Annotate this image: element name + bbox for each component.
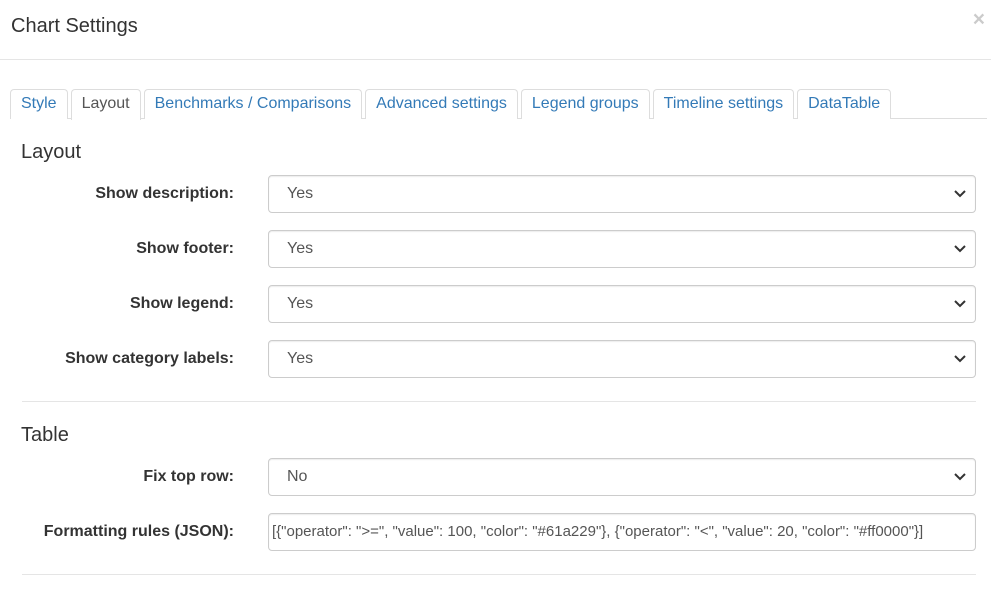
show-legend-row: Show legend: Yes bbox=[0, 285, 991, 323]
modal-header: Chart Settings × bbox=[0, 0, 991, 60]
tab-datatable[interactable]: DataTable bbox=[797, 89, 892, 119]
show-category-labels-row: Show category labels: Yes bbox=[0, 340, 991, 378]
section-divider bbox=[22, 401, 976, 402]
show-description-row: Show description: Yes bbox=[0, 175, 991, 213]
show-description-select[interactable]: Yes bbox=[268, 175, 976, 213]
modal-title: Chart Settings bbox=[11, 15, 138, 37]
fix-top-row-value: No bbox=[287, 468, 308, 485]
fix-top-row-select[interactable]: No bbox=[268, 458, 976, 496]
close-icon[interactable]: × bbox=[973, 9, 985, 30]
tab-legend-groups[interactable]: Legend groups bbox=[520, 89, 650, 119]
show-legend-select[interactable]: Yes bbox=[268, 285, 976, 323]
chevron-down-icon bbox=[954, 300, 966, 308]
chevron-down-icon bbox=[954, 245, 966, 253]
show-category-labels-label: Show category labels: bbox=[65, 350, 234, 367]
show-description-label: Show description: bbox=[95, 185, 234, 202]
show-category-labels-value: Yes bbox=[287, 350, 314, 367]
formatting-rules-input[interactable]: [{"operator": ">=", "value": 100, "color… bbox=[268, 513, 976, 551]
fix-top-row-label: Fix top row: bbox=[143, 468, 234, 485]
show-category-labels-select[interactable]: Yes bbox=[268, 340, 976, 378]
show-legend-label: Show legend: bbox=[130, 295, 234, 312]
tab-style[interactable]: Style bbox=[10, 89, 68, 119]
chevron-down-icon bbox=[954, 190, 966, 198]
tab-benchmarks-comparisons[interactable]: Benchmarks / Comparisons bbox=[143, 89, 363, 119]
tab-advanced-settings[interactable]: Advanced settings bbox=[365, 89, 518, 119]
section-divider bbox=[22, 574, 976, 575]
chevron-down-icon bbox=[954, 355, 966, 363]
show-footer-row: Show footer: Yes bbox=[0, 230, 991, 268]
tab-layout[interactable]: Layout bbox=[70, 89, 141, 120]
tab-bar: Style Layout Benchmarks / Comparisons Ad… bbox=[10, 89, 987, 120]
show-footer-label: Show footer: bbox=[136, 240, 234, 257]
formatting-rules-row: Formatting rules (JSON): [{"operator": "… bbox=[0, 513, 991, 551]
tab-timeline-settings[interactable]: Timeline settings bbox=[652, 89, 795, 119]
chevron-down-icon bbox=[954, 473, 966, 481]
fix-top-row-row: Fix top row: No bbox=[0, 458, 991, 496]
show-footer-select[interactable]: Yes bbox=[268, 230, 976, 268]
show-description-value: Yes bbox=[287, 185, 314, 202]
show-footer-value: Yes bbox=[287, 240, 314, 257]
table-section-title: Table bbox=[21, 424, 69, 446]
show-legend-value: Yes bbox=[287, 295, 314, 312]
formatting-rules-label: Formatting rules (JSON): bbox=[43, 523, 234, 540]
layout-section-title: Layout bbox=[21, 141, 82, 163]
